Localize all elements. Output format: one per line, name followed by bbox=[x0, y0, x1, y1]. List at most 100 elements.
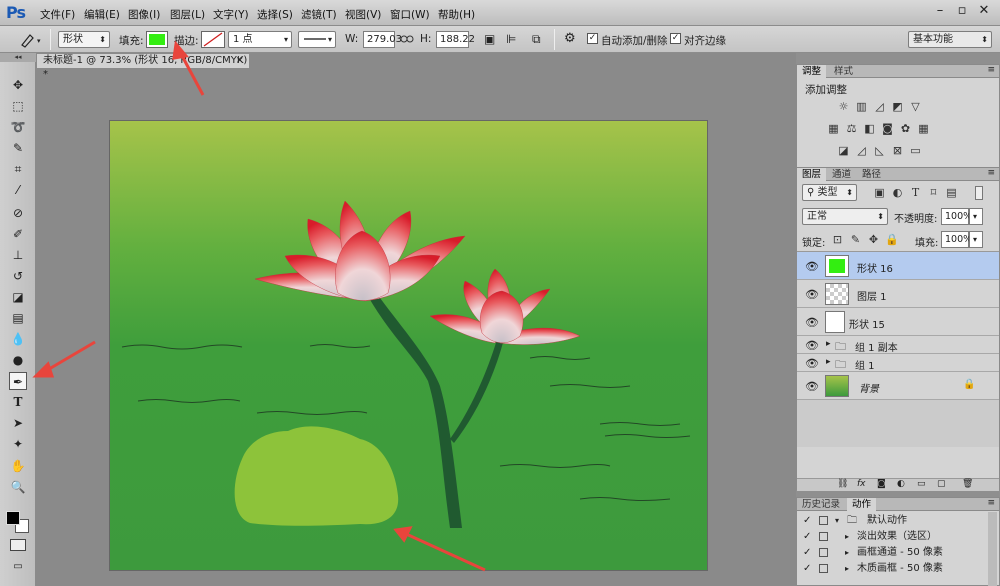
close-icon[interactable]: × bbox=[236, 54, 244, 68]
menu-edit[interactable]: 编辑(E) bbox=[84, 7, 120, 22]
filter-toggle[interactable] bbox=[975, 186, 983, 200]
panel-menu-icon[interactable]: ≡ bbox=[987, 498, 995, 508]
threshold-icon[interactable]: ◺ bbox=[873, 144, 886, 157]
gradient-tool-icon[interactable]: ▤ bbox=[9, 309, 27, 327]
link-icon[interactable] bbox=[400, 34, 414, 44]
layer-row[interactable]: 👁 形状 16 bbox=[797, 252, 999, 280]
check-icon[interactable]: ✓ bbox=[803, 529, 811, 544]
lock-all-icon[interactable]: 🔒 bbox=[885, 233, 899, 246]
restore-icon[interactable]: ▫ bbox=[952, 2, 972, 20]
path-alignment-icon[interactable]: ⊫ bbox=[506, 32, 520, 46]
eyedropper-tool-icon[interactable]: ⁄ bbox=[9, 181, 27, 199]
levels-icon[interactable]: ▥ bbox=[855, 100, 868, 113]
document-canvas[interactable] bbox=[110, 121, 707, 570]
eye-icon[interactable]: 👁 bbox=[805, 357, 819, 370]
menu-select[interactable]: 选择(S) bbox=[257, 7, 293, 22]
stamp-tool-icon[interactable]: ⊥ bbox=[9, 246, 27, 264]
channel-mixer-icon[interactable]: ✿ bbox=[899, 122, 912, 135]
action-row[interactable]: ✓ ▸ 木质画框 - 50 像素 bbox=[797, 561, 999, 576]
lock-image-icon[interactable]: ✎ bbox=[849, 233, 862, 246]
tab-actions[interactable]: 动作 bbox=[847, 498, 877, 511]
align-edges-checkbox[interactable]: ✓ bbox=[670, 33, 681, 44]
chevron-down-icon[interactable]: ▾ bbox=[969, 208, 983, 225]
dialog-toggle[interactable] bbox=[819, 516, 828, 525]
path-operations-icon[interactable]: ▣ bbox=[484, 32, 498, 46]
hand-tool-icon[interactable]: ✋ bbox=[9, 457, 27, 475]
move-tool-icon[interactable]: ✥ bbox=[9, 76, 27, 94]
history-brush-tool-icon[interactable]: ↺ bbox=[9, 267, 27, 285]
menu-image[interactable]: 图像(I) bbox=[128, 7, 160, 22]
check-icon[interactable]: ✓ bbox=[803, 513, 811, 528]
gear-icon[interactable]: ⚙ bbox=[564, 31, 584, 47]
menu-type[interactable]: 文字(Y) bbox=[213, 7, 249, 22]
new-layer-icon[interactable]: ▢ bbox=[937, 479, 946, 489]
tab-layers[interactable]: 图层 bbox=[797, 168, 827, 181]
exposure-icon[interactable]: ◩ bbox=[891, 100, 904, 113]
filter-shape-icon[interactable]: ⌑ bbox=[927, 186, 940, 199]
tab-adjustments[interactable]: 调整 bbox=[797, 65, 827, 78]
stroke-size-field[interactable]: 1 点 ▾ bbox=[228, 31, 292, 48]
tab-paths[interactable]: 路径 bbox=[857, 168, 886, 181]
blur-tool-icon[interactable]: 💧 bbox=[9, 330, 27, 348]
filter-adjustment-icon[interactable]: ◐ bbox=[891, 186, 904, 199]
path-select-tool-icon[interactable]: ➤ bbox=[9, 414, 27, 432]
filter-type-icon[interactable]: T bbox=[909, 186, 922, 199]
color-lookup-icon[interactable]: ▦ bbox=[917, 122, 930, 135]
stroke-type-select[interactable]: ▾ bbox=[298, 31, 336, 48]
eye-icon[interactable]: 👁 bbox=[805, 288, 819, 301]
dialog-toggle[interactable] bbox=[819, 532, 828, 541]
check-icon[interactable]: ✓ bbox=[803, 545, 811, 560]
eye-icon[interactable]: 👁 bbox=[805, 380, 819, 393]
type-tool-icon[interactable]: T bbox=[9, 393, 27, 411]
vibrance-icon[interactable]: ▽ bbox=[909, 100, 922, 113]
opacity-input[interactable]: 100% bbox=[941, 208, 972, 225]
action-row[interactable]: ✓ ▸ 淡出效果（选区） bbox=[797, 529, 999, 544]
chevron-right-icon[interactable]: ▸ bbox=[826, 357, 831, 367]
menu-help[interactable]: 帮助(H) bbox=[438, 7, 475, 22]
panel-collapse-icon[interactable]: ◂◂ bbox=[0, 53, 36, 62]
chevron-down-icon[interactable]: ▾ bbox=[835, 513, 839, 528]
menu-filter[interactable]: 滤镜(T) bbox=[301, 7, 337, 22]
quick-mask-icon[interactable] bbox=[10, 539, 26, 551]
layer-row[interactable]: 👁 背景 🔒 bbox=[797, 372, 999, 400]
action-row[interactable]: ✓ ▸ 画框通道 - 50 像素 bbox=[797, 545, 999, 560]
filter-pixel-icon[interactable]: ▣ bbox=[873, 186, 886, 199]
black-white-icon[interactable]: ◧ bbox=[863, 122, 876, 135]
custom-shape-tool-icon[interactable]: ✦ bbox=[9, 435, 27, 453]
new-group-icon[interactable]: ▭ bbox=[917, 479, 926, 489]
panel-menu-icon[interactable]: ≡ bbox=[987, 65, 995, 75]
workspace-select[interactable]: 基本功能 ⬍ bbox=[908, 31, 992, 48]
foreground-color-swatch[interactable] bbox=[6, 511, 20, 525]
layer-group-row[interactable]: 👁 ▸ 🗀 组 1 副本 bbox=[797, 336, 999, 354]
stroke-color-swatch[interactable] bbox=[201, 31, 225, 48]
tab-history[interactable]: 历史记录 bbox=[797, 498, 845, 511]
brush-tool-icon[interactable]: ✐ bbox=[9, 225, 27, 243]
posterize-icon[interactable]: ◿ bbox=[855, 144, 868, 157]
dialog-toggle[interactable] bbox=[819, 548, 828, 557]
brightness-icon[interactable]: ☼ bbox=[837, 100, 850, 113]
fill-color-swatch[interactable] bbox=[146, 31, 168, 48]
chevron-right-icon[interactable]: ▸ bbox=[826, 339, 831, 349]
eraser-tool-icon[interactable]: ◪ bbox=[9, 288, 27, 306]
hue-saturation-icon[interactable]: ▦ bbox=[827, 122, 840, 135]
tool-preset-picker[interactable]: ▾ bbox=[18, 31, 44, 48]
chevron-right-icon[interactable]: ▸ bbox=[845, 545, 849, 560]
lasso-tool-icon[interactable]: ➰ bbox=[9, 118, 27, 136]
tab-channels[interactable]: 通道 bbox=[827, 168, 856, 181]
layer-filter-select[interactable]: ⚲ 类型 ⬍ bbox=[802, 184, 857, 201]
panel-menu-icon[interactable]: ≡ bbox=[987, 168, 995, 178]
menu-window[interactable]: 窗口(W) bbox=[390, 7, 430, 22]
path-arrangement-icon[interactable]: ⧉ bbox=[532, 32, 546, 46]
fill-input[interactable]: 100% bbox=[941, 231, 972, 248]
dodge-tool-icon[interactable]: ● bbox=[9, 351, 27, 369]
scrollbar[interactable] bbox=[988, 512, 997, 586]
color-balance-icon[interactable]: ⚖ bbox=[845, 122, 858, 135]
chevron-down-icon[interactable]: ▾ bbox=[969, 231, 983, 248]
menu-view[interactable]: 视图(V) bbox=[345, 7, 381, 22]
layer-group-row[interactable]: 👁 ▸ 🗀 组 1 bbox=[797, 354, 999, 372]
mask-icon[interactable]: ◙ bbox=[877, 479, 886, 489]
invert-icon[interactable]: ◪ bbox=[837, 144, 850, 157]
document-tab[interactable]: 未标题-1 @ 73.3% (形状 16, RGB/8/CMYK) * × bbox=[36, 53, 250, 80]
photo-filter-icon[interactable]: ◙ bbox=[881, 122, 894, 135]
width-input[interactable]: 279.03 bbox=[363, 31, 402, 48]
